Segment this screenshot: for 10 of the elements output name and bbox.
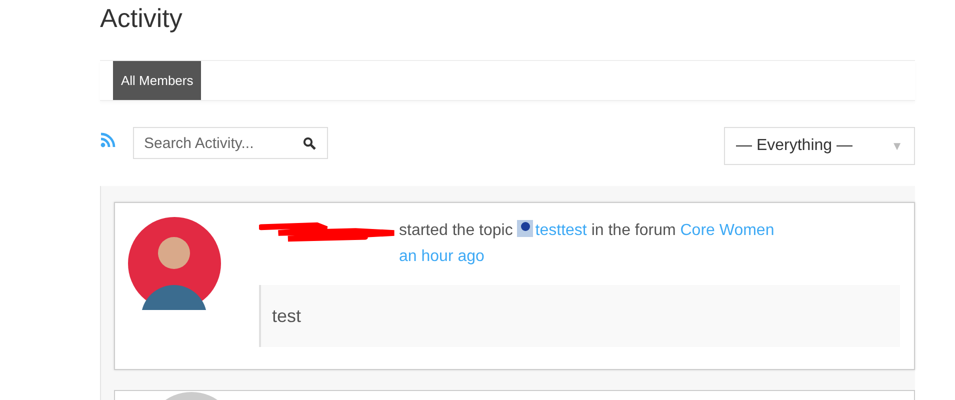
caret-icon: ▼: [891, 137, 903, 155]
page-title: Activity: [100, 2, 184, 33]
filter-dropdown[interactable]: — Everything — ▼: [724, 127, 915, 165]
search-field[interactable]: Search Activity...: [133, 127, 328, 159]
tab[interactable]: All Members: [113, 61, 202, 100]
excerpt-text: test: [272, 304, 302, 328]
activity-text: started the topic testtest in the forum Core Women an hour ago: [399, 219, 776, 267]
forum-link[interactable]: Core Women: [680, 222, 774, 239]
time-link[interactable]: an hour ago: [399, 248, 484, 265]
topic-link[interactable]: testtest: [535, 222, 587, 239]
